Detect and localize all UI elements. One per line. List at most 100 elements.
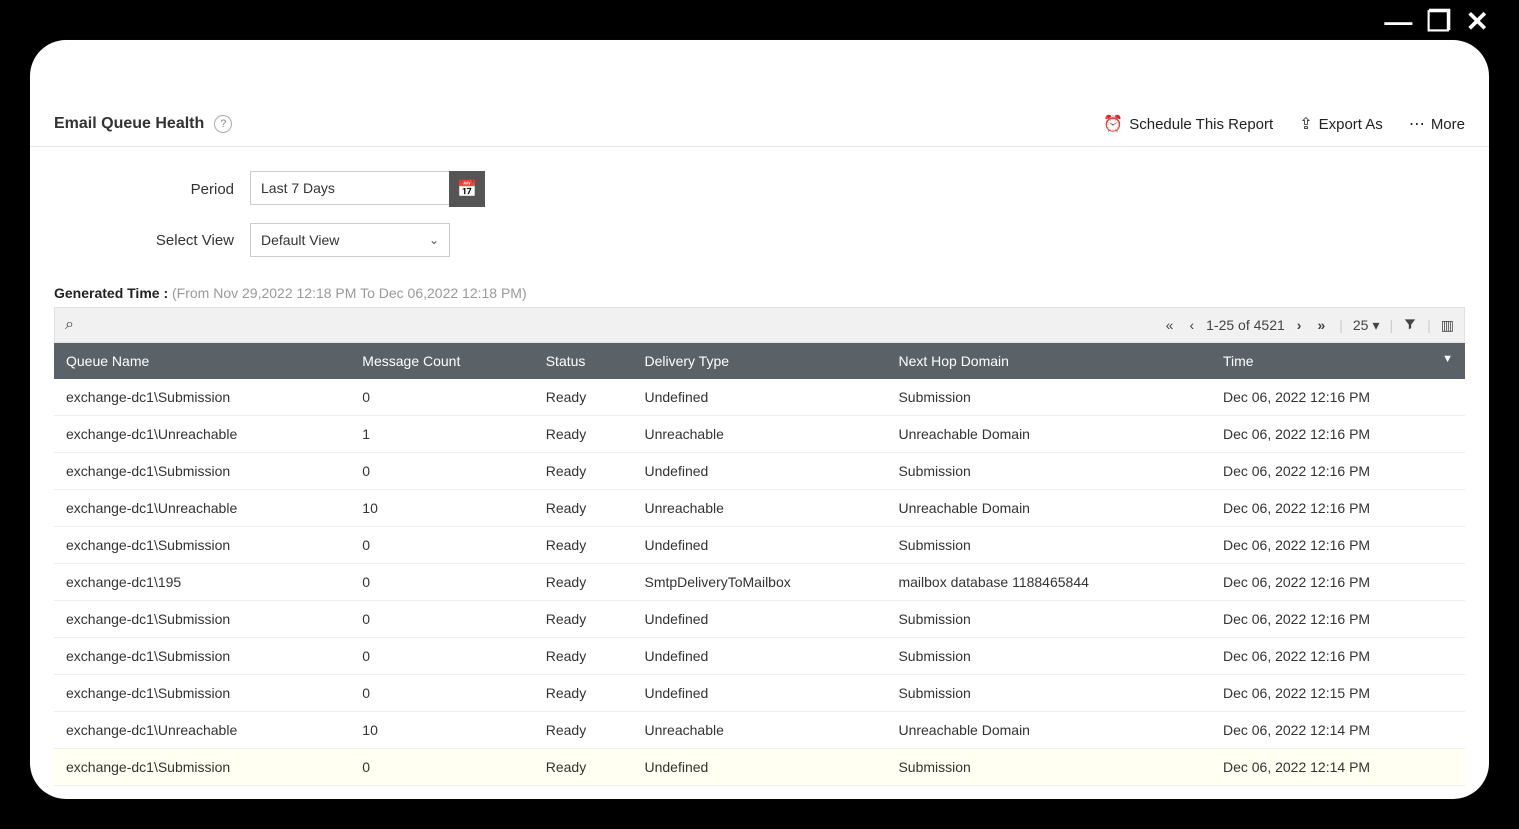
- cell-time: Dec 06, 2022 12:16 PM: [1211, 490, 1465, 527]
- cell-status: Ready: [534, 749, 633, 786]
- table-row[interactable]: exchange-dc1\Unreachable10ReadyUnreachab…: [54, 490, 1465, 527]
- cell-hop: Unreachable Domain: [886, 712, 1211, 749]
- cell-queue: exchange-dc1\Submission: [54, 601, 350, 638]
- cell-time: Dec 06, 2022 12:16 PM: [1211, 453, 1465, 490]
- cell-count: 0: [350, 749, 533, 786]
- export-icon: ⇪: [1299, 114, 1312, 134]
- filter-icon[interactable]: [1403, 317, 1417, 334]
- col-next-hop-domain[interactable]: Next Hop Domain: [886, 343, 1211, 379]
- page-title: Email Queue Health: [54, 115, 204, 133]
- col-delivery-type[interactable]: Delivery Type: [632, 343, 886, 379]
- table-row[interactable]: exchange-dc1\Submission0ReadyUndefinedSu…: [54, 379, 1465, 416]
- cell-hop: mailbox database 1188465844: [886, 564, 1211, 601]
- table-row[interactable]: exchange-dc1\Unreachable10ReadyUnreachab…: [54, 712, 1465, 749]
- maximize-icon[interactable]: ❐: [1426, 8, 1451, 36]
- cell-status: Ready: [534, 601, 633, 638]
- cell-time: Dec 06, 2022 12:16 PM: [1211, 379, 1465, 416]
- cell-count: 0: [350, 675, 533, 712]
- sort-desc-icon: ▼: [1442, 353, 1453, 365]
- more-label: More: [1431, 116, 1465, 133]
- cell-queue: exchange-dc1\Submission: [54, 675, 350, 712]
- chevron-down-icon: ⌄: [429, 233, 439, 247]
- cell-queue: exchange-dc1\Unreachable: [54, 490, 350, 527]
- help-icon[interactable]: ?: [214, 115, 232, 133]
- cell-queue: exchange-dc1\Submission: [54, 749, 350, 786]
- cell-status: Ready: [534, 416, 633, 453]
- cell-delivery: Undefined: [632, 601, 886, 638]
- cell-count: 10: [350, 490, 533, 527]
- cell-delivery: Undefined: [632, 379, 886, 416]
- app-window: Email Queue Health ? ⏰ Schedule This Rep…: [30, 40, 1489, 799]
- table-row[interactable]: exchange-dc1\Submission0ReadyUndefinedSu…: [54, 601, 1465, 638]
- page-size-selector[interactable]: 25 ▾: [1353, 317, 1380, 334]
- cell-queue: exchange-dc1\Unreachable: [54, 416, 350, 453]
- last-page-button[interactable]: »: [1313, 317, 1329, 333]
- cell-count: 0: [350, 638, 533, 675]
- cell-delivery: Undefined: [632, 527, 886, 564]
- window-controls: — ❐ ✕: [1384, 8, 1489, 36]
- col-queue-name[interactable]: Queue Name: [54, 343, 350, 379]
- table-row[interactable]: exchange-dc1\Submission0ReadyUndefinedSu…: [54, 749, 1465, 786]
- schedule-report-button[interactable]: ⏰ Schedule This Report: [1103, 114, 1273, 134]
- close-icon[interactable]: ✕: [1466, 8, 1489, 36]
- cell-count: 1: [350, 416, 533, 453]
- cell-status: Ready: [534, 453, 633, 490]
- cell-hop: Submission: [886, 675, 1211, 712]
- cell-status: Ready: [534, 379, 633, 416]
- page-size-value: 25: [1353, 317, 1369, 333]
- table-row[interactable]: exchange-dc1\Submission0ReadyUndefinedSu…: [54, 675, 1465, 712]
- table-row[interactable]: exchange-dc1\Submission0ReadyUndefinedSu…: [54, 638, 1465, 675]
- cell-hop: Submission: [886, 379, 1211, 416]
- cell-status: Ready: [534, 638, 633, 675]
- cell-count: 0: [350, 601, 533, 638]
- cell-hop: Submission: [886, 527, 1211, 564]
- col-time[interactable]: Time ▼: [1211, 343, 1465, 379]
- cell-status: Ready: [534, 527, 633, 564]
- cell-count: 0: [350, 564, 533, 601]
- cell-delivery: Undefined: [632, 675, 886, 712]
- cell-hop: Submission: [886, 601, 1211, 638]
- header-actions: ⏰ Schedule This Report ⇪ Export As ⋯ Mor…: [1103, 114, 1465, 134]
- table-toolbar: ⌕ « ‹ 1-25 of 4521 › » | 25 ▾ | | ▥: [54, 307, 1465, 343]
- period-input[interactable]: Last 7 Days: [250, 171, 450, 205]
- page-header: Email Queue Health ? ⏰ Schedule This Rep…: [30, 96, 1489, 147]
- col-message-count[interactable]: Message Count: [350, 343, 533, 379]
- cell-count: 0: [350, 379, 533, 416]
- cell-time: Dec 06, 2022 12:16 PM: [1211, 601, 1465, 638]
- cell-hop: Submission: [886, 749, 1211, 786]
- table-header-row: Queue Name Message Count Status Delivery…: [54, 343, 1465, 379]
- cell-hop: Unreachable Domain: [886, 416, 1211, 453]
- cell-status: Ready: [534, 712, 633, 749]
- more-button[interactable]: ⋯ More: [1409, 114, 1465, 134]
- separator: |: [1337, 317, 1345, 333]
- minimize-icon[interactable]: —: [1384, 8, 1412, 36]
- export-as-button[interactable]: ⇪ Export As: [1299, 114, 1383, 134]
- prev-page-button[interactable]: ‹: [1185, 317, 1198, 333]
- first-page-button[interactable]: «: [1162, 317, 1178, 333]
- cell-delivery: Unreachable: [632, 490, 886, 527]
- cell-delivery: SmtpDeliveryToMailbox: [632, 564, 886, 601]
- table-row[interactable]: exchange-dc1\Unreachable1Ready Unreachabl…: [54, 416, 1465, 453]
- report-controls: Period Last 7 Days 📅 Select View Default…: [30, 147, 1489, 281]
- cell-time: Dec 06, 2022 12:16 PM: [1211, 416, 1465, 453]
- next-page-button[interactable]: ›: [1293, 317, 1306, 333]
- table-row[interactable]: exchange-dc1\1950ReadySmtpDeliveryToMail…: [54, 564, 1465, 601]
- period-label: Period: [54, 181, 234, 198]
- select-view-dropdown[interactable]: Default View ⌄: [250, 223, 450, 257]
- column-settings-icon[interactable]: ▥: [1441, 317, 1454, 334]
- col-status[interactable]: Status: [534, 343, 633, 379]
- cell-queue: exchange-dc1\Submission: [54, 379, 350, 416]
- calendar-button[interactable]: 📅: [449, 171, 485, 207]
- chrome-frame: — ❐ ✕ Email Queue Health ? ⏰ Schedule Th…: [0, 0, 1519, 829]
- search-icon[interactable]: ⌕: [65, 316, 74, 333]
- cell-count: 10: [350, 712, 533, 749]
- cell-time: Dec 06, 2022 12:15 PM: [1211, 675, 1465, 712]
- schedule-report-label: Schedule This Report: [1129, 116, 1273, 133]
- cell-time: Dec 06, 2022 12:16 PM: [1211, 527, 1465, 564]
- table-row[interactable]: exchange-dc1\Submission0ReadyUndefinedSu…: [54, 453, 1465, 490]
- cell-time: Dec 06, 2022 12:14 PM: [1211, 712, 1465, 749]
- queue-table: Queue Name Message Count Status Delivery…: [54, 343, 1465, 786]
- cell-status: Ready: [534, 675, 633, 712]
- table-row[interactable]: exchange-dc1\Submission0ReadyUndefinedSu…: [54, 527, 1465, 564]
- generated-time-label: Generated Time :: [54, 285, 168, 301]
